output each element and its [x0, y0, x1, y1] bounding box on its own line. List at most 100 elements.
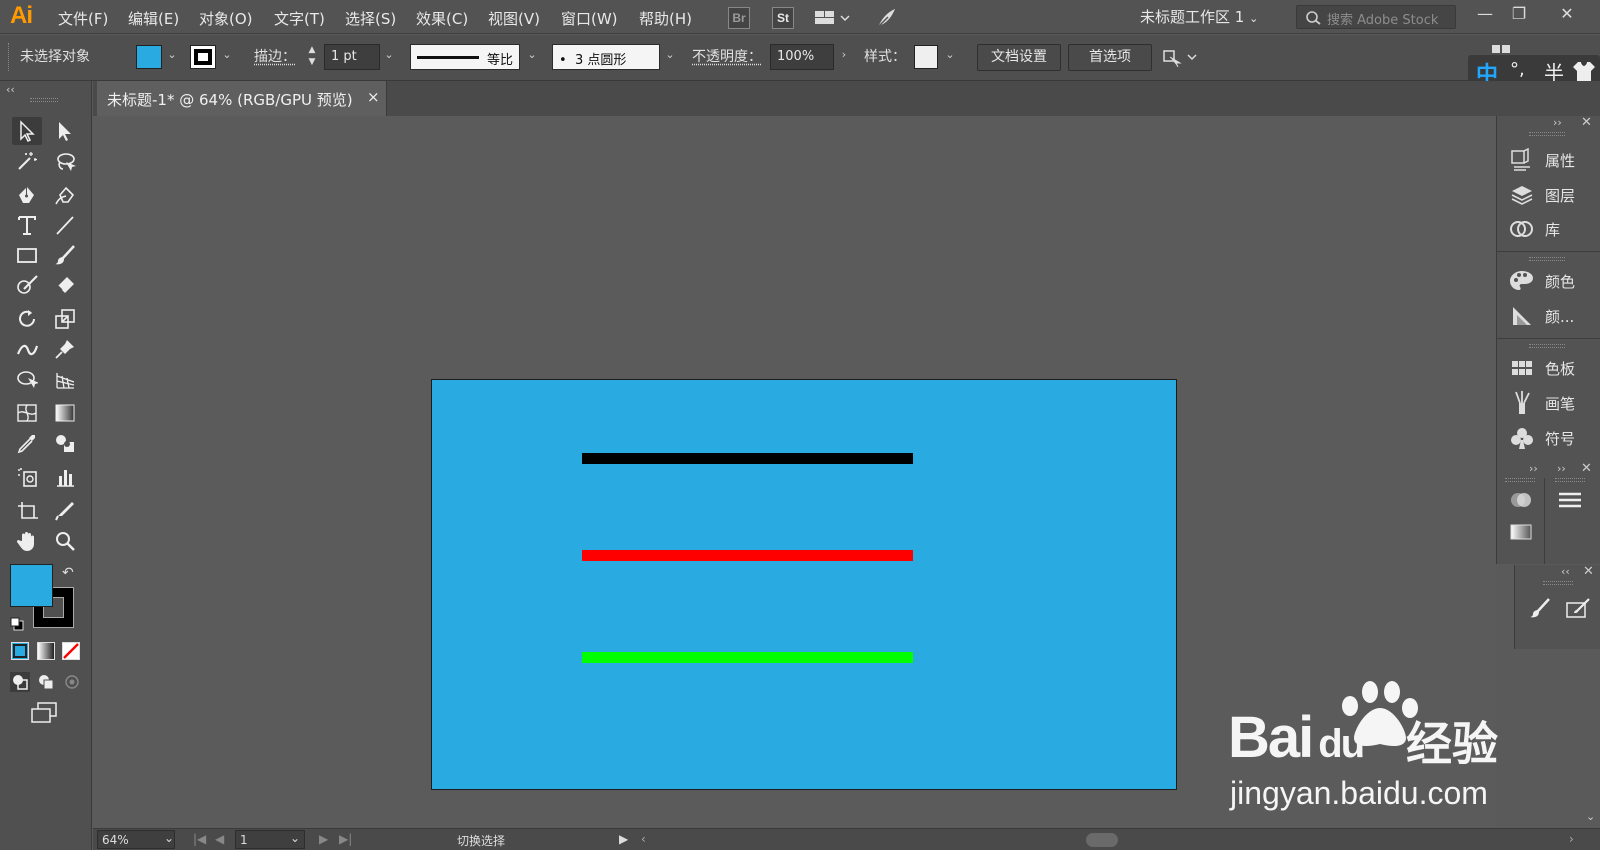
chevron-down-icon[interactable]: ⌄: [383, 49, 395, 61]
document-setup-button[interactable]: 文档设置: [977, 44, 1061, 71]
panel-grip[interactable]: [1555, 478, 1585, 482]
brush-panel-button[interactable]: [1527, 597, 1551, 621]
rectangle-tool[interactable]: [12, 241, 42, 269]
first-artboard-icon[interactable]: |◀: [193, 832, 206, 846]
restore-button[interactable]: ❐: [1504, 2, 1534, 28]
artboard[interactable]: [431, 379, 1177, 790]
stroke-stepper[interactable]: ▲ ▼: [304, 44, 320, 71]
panel-grip[interactable]: [1529, 257, 1565, 261]
artboard-number-field[interactable]: 1 ⌄: [235, 830, 305, 849]
collapse-tools-icon[interactable]: ‹‹: [6, 83, 15, 96]
menu-window[interactable]: 窗口(W): [561, 8, 618, 29]
pen-tool[interactable]: [12, 181, 42, 209]
screen-mode-button[interactable]: [30, 701, 60, 725]
type-tool[interactable]: [12, 211, 42, 239]
collapse-panel-icon[interactable]: ‹‹: [1561, 565, 1570, 578]
chevron-right-icon[interactable]: ›: [838, 49, 850, 61]
shaper-tool[interactable]: [12, 271, 42, 299]
transparency-panel-button[interactable]: [1509, 488, 1533, 512]
scroll-right-icon[interactable]: ›: [1569, 832, 1574, 846]
stroke-label[interactable]: 描边：: [254, 46, 296, 66]
draw-normal-button[interactable]: [10, 672, 30, 692]
gradient-tool[interactable]: [50, 399, 80, 427]
control-bar-grip[interactable]: [8, 43, 10, 71]
ime-skin-icon[interactable]: [1572, 60, 1596, 82]
align-options-button[interactable]: [1162, 47, 1202, 68]
fill-color-swatch[interactable]: [136, 45, 162, 69]
rotate-tool[interactable]: [12, 305, 42, 333]
shape-builder-tool[interactable]: [12, 365, 42, 393]
black-stroke-line[interactable]: [582, 453, 913, 464]
minimize-button[interactable]: —: [1470, 2, 1500, 28]
tools-grip[interactable]: [30, 98, 58, 102]
last-artboard-icon[interactable]: ▶|: [339, 832, 352, 846]
panel-grip[interactable]: [1529, 132, 1565, 136]
direct-selection-tool[interactable]: [50, 117, 80, 145]
panel-grip[interactable]: [1505, 478, 1535, 482]
panel-grip[interactable]: [1529, 344, 1565, 348]
vertical-scrollbar[interactable]: ⌄: [1582, 116, 1600, 828]
expand-panels-icon[interactable]: ››: [1557, 462, 1566, 475]
preferences-button[interactable]: 首选项: [1068, 44, 1152, 71]
ime-punctuation[interactable]: °,: [1510, 59, 1525, 80]
status-menu-arrow-icon[interactable]: ▶: [619, 832, 628, 846]
eraser-tool[interactable]: [50, 271, 80, 299]
expand-panels-icon[interactable]: ››: [1529, 462, 1538, 475]
stroke-weight-input[interactable]: 1 pt: [324, 44, 380, 70]
magic-wand-tool[interactable]: [12, 147, 42, 175]
stock-button[interactable]: St: [772, 7, 794, 29]
scroll-down-icon[interactable]: ⌄: [1586, 810, 1595, 823]
menu-view[interactable]: 视图(V): [488, 8, 540, 29]
graphic-style-swatch[interactable]: [914, 45, 938, 69]
puppet-warp-tool[interactable]: [50, 335, 80, 363]
scale-tool[interactable]: [50, 305, 80, 333]
menu-effect[interactable]: 效果(C): [416, 8, 468, 29]
selection-tool[interactable]: [12, 117, 42, 145]
hand-tool[interactable]: [12, 527, 42, 555]
opacity-label[interactable]: 不透明度：: [692, 46, 762, 66]
zoom-level-field[interactable]: 64% ⌄: [97, 830, 175, 849]
symbol-sprayer-tool[interactable]: [12, 463, 42, 491]
menu-object[interactable]: 对象(O): [199, 8, 253, 29]
previous-artboard-icon[interactable]: ◀: [215, 832, 224, 846]
workspace-switcher[interactable]: 未标题工作区 1 ⌄: [1140, 6, 1258, 27]
next-artboard-icon[interactable]: ▶: [319, 832, 328, 846]
red-stroke-line[interactable]: [582, 550, 913, 561]
variable-width-profile[interactable]: 等比: [410, 44, 520, 70]
paintbrush-tool[interactable]: [50, 241, 80, 269]
eyedropper-tool[interactable]: [12, 429, 42, 457]
panel-grip[interactable]: [1543, 581, 1573, 585]
close-tab-icon[interactable]: ×: [367, 88, 380, 106]
stroke-color-swatch[interactable]: [190, 45, 216, 69]
status-hint[interactable]: 切换选择: [457, 832, 505, 849]
chevron-down-icon[interactable]: ⌄: [166, 49, 178, 61]
gradient-mode-button[interactable]: [37, 642, 55, 660]
bridge-button[interactable]: Br: [728, 7, 750, 29]
brush-definition[interactable]: • 3 点圆形: [552, 44, 660, 70]
opacity-input[interactable]: 100%: [770, 44, 834, 70]
chevron-down-icon[interactable]: ⌄: [944, 49, 956, 61]
close-window-button[interactable]: ✕: [1552, 2, 1582, 28]
menu-type[interactable]: 文字(T): [274, 8, 325, 29]
menu-edit[interactable]: 编辑(E): [128, 8, 179, 29]
mesh-tool[interactable]: [12, 399, 42, 427]
expand-panels-icon[interactable]: ››: [1553, 116, 1562, 129]
document-tab[interactable]: 未标题-1* @ 64% (RGB/GPU 预览) ×: [97, 81, 387, 116]
swap-fill-stroke-icon[interactable]: ↶: [62, 565, 78, 581]
search-stock-field[interactable]: 搜索 Adobe Stock: [1296, 5, 1456, 29]
zoom-tool[interactable]: [50, 527, 80, 555]
chevron-down-icon[interactable]: ⌄: [664, 49, 676, 61]
color-mode-button[interactable]: [11, 642, 29, 660]
feather-button[interactable]: [874, 6, 898, 30]
line-tool[interactable]: [50, 211, 80, 239]
draw-inside-button[interactable]: [62, 672, 82, 692]
width-tool[interactable]: [12, 335, 42, 363]
lasso-tool[interactable]: [50, 147, 80, 175]
blend-tool[interactable]: [50, 429, 80, 457]
menu-select[interactable]: 选择(S): [345, 8, 396, 29]
none-mode-button[interactable]: [62, 642, 80, 660]
perspective-grid-tool[interactable]: [50, 365, 80, 393]
chevron-down-icon[interactable]: ⌄: [526, 49, 538, 61]
chevron-down-icon[interactable]: ⌄: [221, 49, 233, 61]
horizontal-scroll-thumb[interactable]: [1086, 833, 1118, 847]
